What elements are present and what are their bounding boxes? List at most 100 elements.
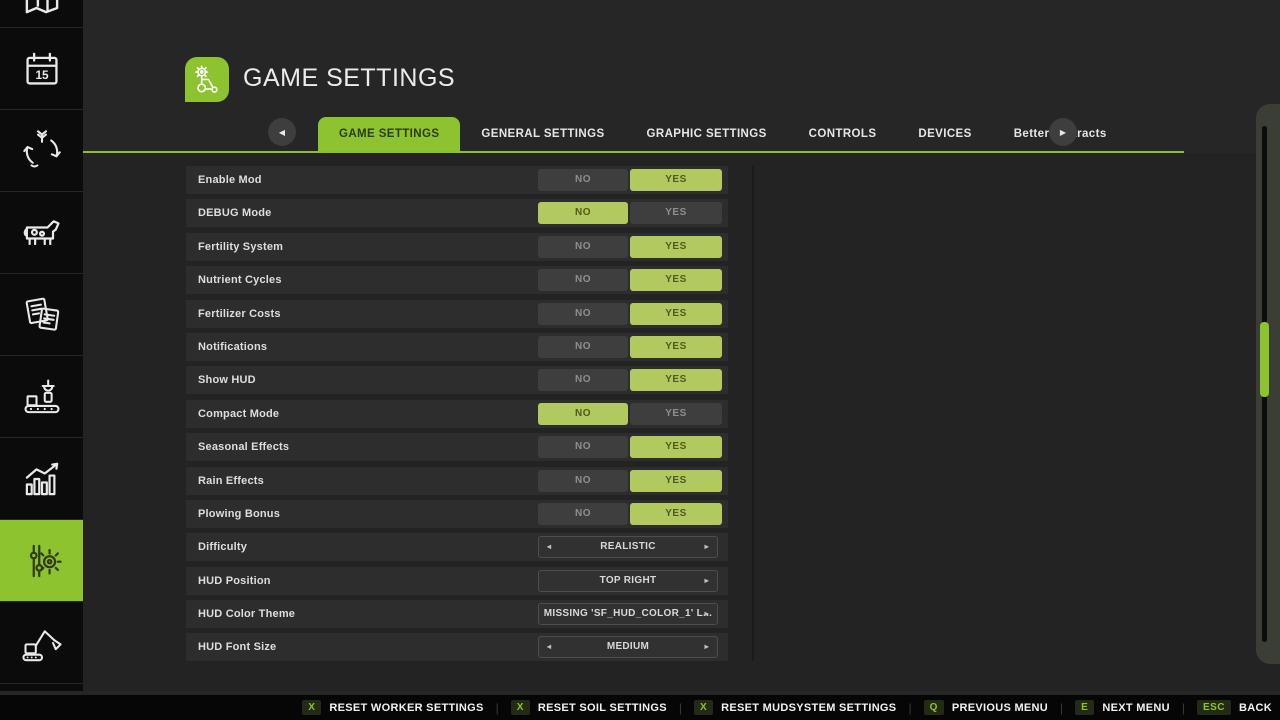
- sidebar-item-production[interactable]: [0, 356, 83, 438]
- list-scrollbar[interactable]: [752, 165, 754, 661]
- selector-prev-icon[interactable]: ◂: [547, 537, 551, 557]
- toggle-yes-button[interactable]: YES: [630, 436, 722, 458]
- key-hint-label: NEXT MENU: [1102, 702, 1169, 714]
- selector-next-icon[interactable]: ▸: [705, 537, 709, 557]
- right-arrow-icon: ▶: [1060, 128, 1066, 137]
- settings-panel: Enable ModNOYESDEBUG ModeNOYESFertility …: [83, 153, 1280, 691]
- tab-general-settings[interactable]: GENERAL SETTINGS: [460, 117, 625, 152]
- map-icon: [20, 0, 64, 19]
- key-hint-label: RESET MUDSYSTEM SETTINGS: [721, 702, 896, 714]
- key-hint-reset-worker-settings[interactable]: XRESET WORKER SETTINGS: [302, 700, 483, 715]
- toggle-no-button[interactable]: NO: [538, 236, 628, 258]
- toggle-control: NOYES: [538, 303, 722, 325]
- toggle-no-button[interactable]: NO: [538, 202, 628, 224]
- sidebar-item-contracts[interactable]: [0, 274, 83, 356]
- setting-row-enable-mod: Enable Mod NOYES: [186, 166, 728, 194]
- setting-label: Fertility System: [198, 241, 283, 253]
- key-hint-next-menu[interactable]: E NEXT MENU: [1075, 700, 1170, 715]
- sidebar-item-statistics[interactable]: [0, 438, 83, 520]
- toggle-yes-button[interactable]: YES: [630, 336, 722, 358]
- sidebar-item-calendar[interactable]: 15: [0, 28, 83, 110]
- toggle-yes-button[interactable]: YES: [630, 403, 722, 425]
- tabs-scroll-left-button[interactable]: ◀: [268, 118, 296, 146]
- animals-icon: [20, 211, 64, 255]
- toggle-control: NOYES: [538, 503, 722, 525]
- selector-value: REALISTIC: [600, 541, 655, 552]
- keycap: X: [694, 700, 713, 715]
- selector-next-icon[interactable]: ▸: [705, 571, 709, 591]
- setting-row-seasonal-effects: Seasonal EffectsNOYES: [186, 433, 728, 461]
- toggle-yes-button[interactable]: YES: [630, 470, 722, 492]
- setting-label: Difficulty: [198, 541, 247, 553]
- keycap: Q: [924, 700, 944, 715]
- toggle-no-button[interactable]: NO: [538, 169, 628, 191]
- sidebar-item-animals[interactable]: [0, 192, 83, 274]
- tab-devices[interactable]: DEVICES: [897, 117, 992, 152]
- selector-value: MEDIUM: [607, 641, 649, 652]
- setting-row-nutrient-cycles: Nutrient Cycles NOYES: [186, 266, 728, 294]
- key-hint-reset-mudsystem-settings[interactable]: X RESET MUDSYSTEM SETTINGS: [694, 700, 896, 715]
- setting-label: Enable Mod: [198, 174, 262, 186]
- option-selector[interactable]: MISSING 'SF_HUD_COLOR_1' L...▸: [538, 603, 718, 625]
- selector-control: MISSING 'SF_HUD_COLOR_1' L...▸: [538, 603, 722, 625]
- toggle-no-button[interactable]: NO: [538, 369, 628, 391]
- setting-row-notifications: NotificationsNOYES: [186, 333, 728, 361]
- setting-label: Nutrient Cycles: [198, 274, 282, 286]
- toggle-no-button[interactable]: NO: [538, 403, 628, 425]
- sidebar-item-construction[interactable]: [0, 602, 83, 684]
- option-selector[interactable]: ◂ MEDIUM ▸: [538, 636, 718, 658]
- setting-label: HUD Font Size: [198, 641, 276, 653]
- key-hint-back[interactable]: ESCBACK: [1197, 700, 1272, 715]
- page-title: GAME SETTINGS: [243, 64, 455, 93]
- toggle-yes-button[interactable]: YES: [630, 303, 722, 325]
- setting-label: HUD Position: [198, 575, 271, 587]
- selector-value: MISSING 'SF_HUD_COLOR_1' L...: [544, 608, 712, 619]
- toggle-control: NOYES: [538, 369, 722, 391]
- setting-label: Rain Effects: [198, 475, 264, 487]
- toggle-yes-button[interactable]: YES: [630, 503, 722, 525]
- sidebar-item-crop-rotation[interactable]: [0, 110, 83, 192]
- production-icon: [20, 375, 64, 419]
- toggle-no-button[interactable]: NO: [538, 470, 628, 492]
- toggle-yes-button[interactable]: YES: [630, 169, 722, 191]
- crop-rotation-icon: [21, 130, 63, 172]
- key-hint-reset-soil-settings[interactable]: XRESET SOIL SETTINGS: [511, 700, 667, 715]
- footer-keybar: XRESET WORKER SETTINGS|XRESET SOIL SETTI…: [0, 695, 1280, 720]
- selector-next-icon[interactable]: ▸: [705, 604, 709, 624]
- left-arrow-icon: ◀: [279, 128, 285, 137]
- toggle-yes-button[interactable]: YES: [630, 269, 722, 291]
- option-selector[interactable]: TOP RIGHT ▸: [538, 570, 718, 592]
- selector-value: TOP RIGHT: [600, 575, 657, 586]
- tab-controls[interactable]: CONTROLS: [788, 117, 898, 152]
- tab-graphic-settings[interactable]: GRAPHIC SETTINGS: [626, 117, 788, 152]
- key-hint-label: BACK: [1239, 702, 1272, 714]
- setting-row-compact-mode: Compact ModeNOYES: [186, 400, 728, 428]
- toggle-no-button[interactable]: NO: [538, 503, 628, 525]
- key-hint-label: RESET SOIL SETTINGS: [538, 702, 667, 714]
- toggle-no-button[interactable]: NO: [538, 336, 628, 358]
- keycap: X: [302, 700, 321, 715]
- game-settings-badge: [185, 57, 229, 102]
- hint-separator: |: [496, 701, 499, 715]
- setting-row-hud-font-size: HUD Font Size ◂ MEDIUM ▸: [186, 633, 728, 661]
- setting-row-hud-color-theme: HUD Color ThemeMISSING 'SF_HUD_COLOR_1' …: [186, 600, 728, 628]
- toggle-yes-button[interactable]: YES: [630, 202, 722, 224]
- selector-prev-icon[interactable]: ◂: [547, 637, 551, 657]
- tab-game-settings[interactable]: GAME SETTINGS: [318, 117, 460, 152]
- sidebar-item-settings[interactable]: [0, 520, 83, 602]
- setting-row-fertilizer-costs: Fertilizer CostsNOYES: [186, 300, 728, 328]
- toggle-yes-button[interactable]: YES: [630, 369, 722, 391]
- hint-separator: |: [1060, 701, 1063, 715]
- toggle-yes-button[interactable]: YES: [630, 236, 722, 258]
- toggle-no-button[interactable]: NO: [538, 269, 628, 291]
- hint-separator: |: [679, 701, 682, 715]
- toggle-no-button[interactable]: NO: [538, 436, 628, 458]
- selector-next-icon[interactable]: ▸: [705, 637, 709, 657]
- toggle-no-button[interactable]: NO: [538, 303, 628, 325]
- tabs-scroll-right-button[interactable]: ▶: [1049, 118, 1077, 146]
- sidebar-item-map[interactable]: [0, 0, 83, 28]
- page-scrollbar-thumb[interactable]: [1260, 322, 1269, 397]
- keycap: E: [1075, 700, 1094, 715]
- option-selector[interactable]: ◂ REALISTIC ▸: [538, 536, 718, 558]
- key-hint-previous-menu[interactable]: QPREVIOUS MENU: [924, 700, 1048, 715]
